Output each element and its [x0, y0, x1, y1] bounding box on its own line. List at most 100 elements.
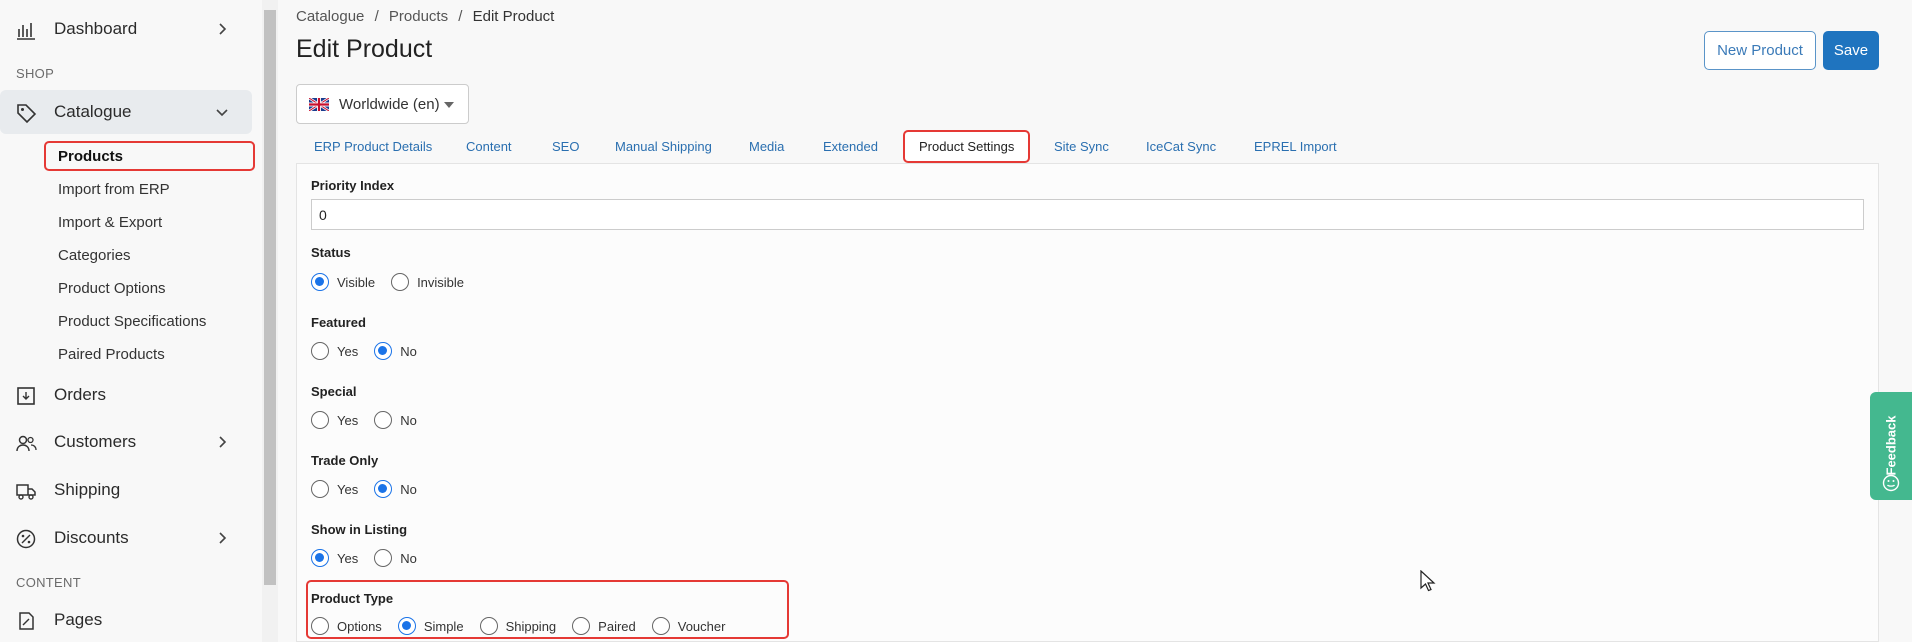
product-type-option-shipping[interactable]: Shipping — [479, 617, 557, 635]
radio-label: No — [400, 481, 417, 497]
show-in-listing-option-yes[interactable]: Yes — [311, 549, 358, 567]
sidebar-sub-product-specs[interactable]: Product Specifications — [58, 313, 206, 330]
chevron-down-icon — [216, 109, 228, 117]
sidebar-sub-products[interactable]: Products — [58, 148, 123, 165]
radio-no[interactable] — [374, 480, 393, 498]
trade-only-option-no[interactable]: No — [374, 480, 417, 498]
tab-product-settings[interactable]: Product Settings — [903, 130, 1031, 163]
sidebar-item-discounts[interactable]: Discounts — [0, 516, 252, 560]
radio-shipping[interactable] — [479, 617, 498, 635]
locale-select[interactable]: Worldwide (en) — [296, 84, 469, 124]
radio-label: No — [400, 343, 417, 359]
sidebar-item-label: Dashboard — [54, 19, 138, 38]
sidebar-item-customers[interactable]: Customers — [0, 420, 252, 464]
tab-media[interactable]: Media — [749, 130, 784, 162]
sidebar-sub-categories[interactable]: Categories — [58, 247, 131, 264]
chevron-right-icon — [219, 532, 227, 544]
product-type-label: Product Type — [311, 591, 394, 606]
sidebar-item-label: Orders — [54, 385, 106, 404]
radio-no[interactable] — [374, 411, 393, 429]
box-icon — [17, 387, 35, 405]
tab-icecat-sync[interactable]: IceCat Sync — [1146, 130, 1216, 162]
priority-index-label: Priority Index — [311, 178, 395, 193]
radio-simple[interactable] — [397, 617, 416, 635]
sidebar-item-orders[interactable]: Orders — [0, 373, 252, 417]
sidebar-sub-import-erp[interactable]: Import from ERP — [58, 181, 170, 198]
sidebar-item-pages[interactable]: Pages — [0, 598, 252, 642]
feedback-tab[interactable]: Feedback — [1870, 392, 1912, 500]
radio-voucher[interactable] — [651, 617, 670, 635]
radio-no[interactable] — [374, 549, 393, 567]
page-title: Edit Product — [296, 35, 433, 63]
radio-yes[interactable] — [311, 342, 329, 360]
smiley-icon — [1882, 474, 1900, 492]
product-type-radio-group: Options Simple Shipping Paired Voucher — [311, 617, 741, 635]
sidebar-sub-paired-products[interactable]: Paired Products — [58, 346, 165, 363]
radio-label: Visible — [337, 274, 376, 290]
sidebar-item-label: Catalogue — [54, 102, 132, 121]
tag-icon — [17, 104, 37, 124]
sidebar-item-catalogue[interactable]: Catalogue — [0, 90, 252, 134]
tab-eprel-import[interactable]: EPREL Import — [1254, 130, 1337, 162]
special-radio-group: Yes No — [311, 411, 433, 429]
chart-icon — [17, 23, 35, 40]
show-in-listing-radio-group: Yes No — [311, 549, 433, 567]
product-type-option-voucher[interactable]: Voucher — [651, 617, 726, 635]
sidebar-item-shipping[interactable]: Shipping — [0, 468, 252, 512]
radio-label: Paired — [598, 618, 636, 634]
trade-only-label: Trade Only — [311, 453, 379, 468]
tab-extended[interactable]: Extended — [823, 130, 878, 162]
scroll-thumb[interactable] — [264, 10, 276, 585]
radio-invisible[interactable] — [391, 273, 410, 291]
feedback-label-wrap: Feedback — [1877, 410, 1905, 480]
product-type-option-paired[interactable]: Paired — [572, 617, 636, 635]
tab-erp-product-details[interactable]: ERP Product Details — [314, 130, 432, 162]
status-option-invisible[interactable]: Invisible — [391, 273, 464, 291]
radio-label: No — [400, 550, 417, 566]
radio-label: Simple — [423, 618, 464, 634]
sidebar: Dashboard SHOP Catalogue Products Import… — [0, 0, 262, 642]
breadcrumb-separator: / — [458, 8, 463, 25]
sidebar-item-dashboard[interactable]: Dashboard — [0, 7, 252, 51]
radio-label: Invisible — [417, 274, 465, 290]
radio-yes[interactable] — [311, 549, 329, 567]
tab-site-sync[interactable]: Site Sync — [1054, 130, 1109, 162]
tab-content[interactable]: Content — [466, 130, 512, 162]
featured-radio-group: Yes No — [311, 342, 433, 360]
section-content: CONTENT — [16, 575, 81, 590]
featured-option-yes[interactable]: Yes — [311, 342, 358, 360]
radio-label: Yes — [337, 343, 359, 359]
product-type-option-simple[interactable]: Simple — [397, 617, 464, 635]
caret-down-icon — [444, 102, 454, 108]
show-in-listing-option-no[interactable]: No — [374, 549, 417, 567]
radio-options[interactable] — [311, 617, 329, 635]
radio-visible[interactable] — [311, 273, 329, 291]
radio-label: Voucher — [677, 618, 726, 634]
save-button[interactable]: Save — [1823, 31, 1879, 70]
tab-seo[interactable]: SEO — [552, 130, 579, 162]
special-option-no[interactable]: No — [374, 411, 417, 429]
status-label: Status — [311, 245, 351, 260]
radio-no[interactable] — [374, 342, 393, 360]
special-option-yes[interactable]: Yes — [311, 411, 358, 429]
status-option-visible[interactable]: Visible — [311, 273, 375, 291]
tab-manual-shipping[interactable]: Manual Shipping — [615, 130, 712, 162]
sidebar-sub-import-export[interactable]: Import & Export — [58, 214, 162, 231]
radio-label: Shipping — [505, 618, 557, 634]
featured-option-no[interactable]: No — [374, 342, 417, 360]
radio-yes[interactable] — [311, 411, 329, 429]
breadcrumb-catalogue[interactable]: Catalogue — [296, 8, 364, 25]
radio-yes[interactable] — [311, 480, 329, 498]
sidebar-sub-product-options[interactable]: Product Options — [58, 280, 166, 297]
chevron-right-icon — [219, 436, 227, 448]
product-type-option-options[interactable]: Options — [311, 617, 382, 635]
trade-only-option-yes[interactable]: Yes — [311, 480, 358, 498]
breadcrumb-products[interactable]: Products — [389, 8, 448, 25]
radio-paired[interactable] — [572, 617, 591, 635]
locale-value: Worldwide (en) — [339, 95, 440, 113]
radio-label: Yes — [337, 550, 359, 566]
priority-index-input[interactable]: 0 — [311, 199, 1864, 230]
new-product-button[interactable]: New Product — [1704, 31, 1816, 70]
sidebar-item-label: Customers — [54, 432, 137, 451]
sidebar-scrollbar[interactable] — [262, 0, 278, 642]
